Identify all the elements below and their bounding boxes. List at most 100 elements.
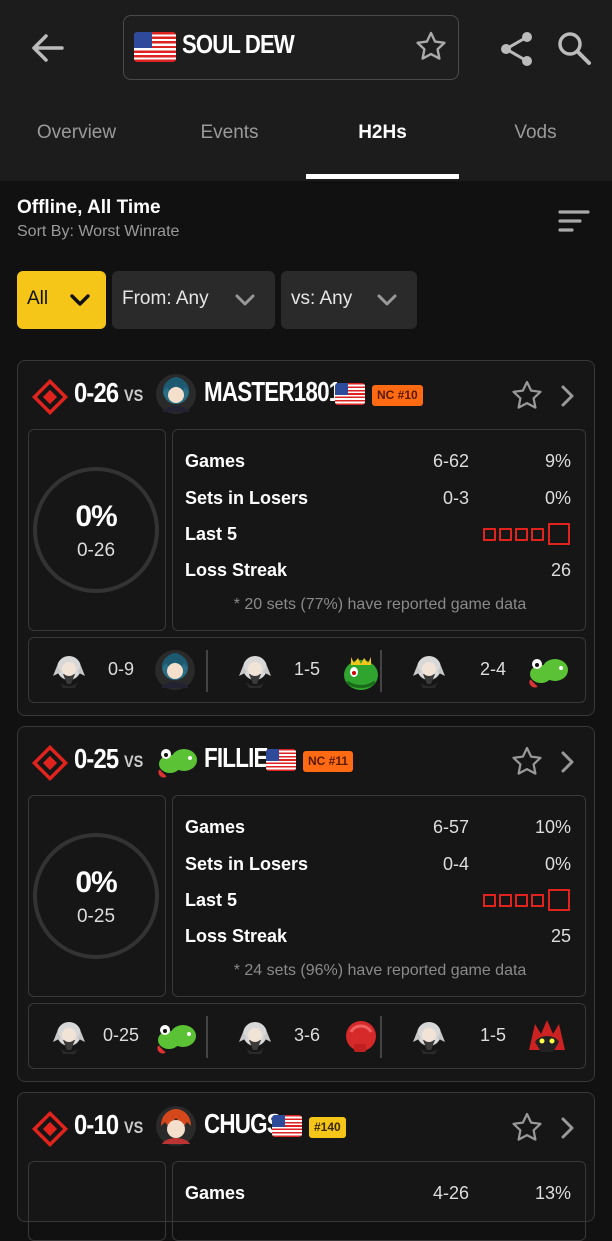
losers-percent: 0% [544, 854, 571, 874]
winrate-percent: 0% [75, 866, 117, 899]
king-k-rool-character-icon [342, 655, 380, 692]
losers-percent: 0% [544, 488, 571, 508]
games-label: Games [185, 1183, 246, 1203]
tab-vods[interactable]: Vods [459, 122, 612, 144]
us-flag-icon [335, 383, 365, 405]
game-data-note: * 20 sets (77%) have reported game data [233, 596, 527, 613]
games-percent: 13% [534, 1183, 571, 1203]
active-tab-indicator [306, 174, 459, 179]
matchup-row: 0-9 1-5 2-4 [28, 637, 586, 703]
games-percent: 9% [544, 451, 571, 471]
chip-label: From: Any [122, 288, 209, 309]
favorite-star-icon[interactable] [510, 379, 544, 413]
divider [380, 1016, 382, 1058]
streak-value: 26 [550, 560, 571, 580]
winrate-box [28, 1161, 166, 1241]
tab-bar: Overview Events H2Hs Vods [0, 96, 612, 181]
vs-label: VS [124, 386, 144, 405]
loss-diamond-icon [32, 379, 68, 415]
player-selector[interactable]: SOUL DEW [123, 15, 459, 80]
vs-label: VS [124, 1118, 144, 1137]
filter-chip-vs[interactable]: vs: Any [281, 271, 417, 329]
winrate-box: 0% 0-26 [28, 429, 166, 631]
matchup-item[interactable]: 1-5 [215, 638, 401, 702]
last5-results [483, 889, 570, 911]
matchup-score: 2-4 [479, 659, 506, 679]
ranking-badge: #140 [309, 1117, 346, 1138]
winrate-percent: 0% [75, 500, 117, 533]
yoshi-character-icon [158, 748, 198, 778]
h2h-card[interactable]: 0-25 VS FILLIE NC #11 0% 0-25 Games 6-57… [17, 726, 595, 1082]
search-icon[interactable] [556, 30, 592, 66]
matchup-item[interactable]: 1-5 [389, 1004, 575, 1068]
robin-character-icon [239, 1022, 271, 1054]
games-percent: 10% [534, 817, 571, 837]
robin-character-icon [413, 1022, 445, 1054]
filter-title: Offline, All Time [17, 197, 161, 218]
loss-diamond-icon [32, 745, 68, 781]
favorite-star-icon[interactable] [510, 1111, 544, 1145]
opponent-name[interactable]: MASTER1801 [204, 376, 341, 408]
tab-events[interactable]: Events [153, 122, 306, 144]
ranking-badge: NC #11 [303, 751, 354, 772]
streak-label: Loss Streak [185, 926, 288, 946]
favorite-star-icon[interactable] [510, 745, 544, 779]
matchup-score: 1-5 [479, 1025, 506, 1045]
matchup-item[interactable]: 3-6 [215, 1004, 401, 1068]
sort-icon[interactable] [556, 206, 592, 236]
matchup-score: 0-9 [107, 659, 134, 679]
divider [206, 1016, 208, 1058]
robin-character-icon [53, 656, 85, 688]
chevron-right-icon[interactable] [558, 749, 578, 775]
losers-record: 0-4 [442, 854, 469, 874]
games-record: 6-62 [432, 451, 469, 471]
share-icon[interactable] [498, 30, 536, 68]
matchup-score: 1-5 [293, 659, 320, 679]
h2h-card[interactable]: 0-26 VS MASTER1801 NC #10 0% 0-26 Games … [17, 360, 595, 716]
divider [206, 650, 208, 692]
divider [380, 650, 382, 692]
chip-label: All [27, 288, 49, 309]
stats-box: Games 4-26 13% [172, 1161, 586, 1241]
last5-label: Last 5 [185, 524, 238, 544]
h2h-record: 0-26 [74, 377, 119, 408]
tab-overview[interactable]: Overview [0, 122, 153, 144]
streak-label: Loss Streak [185, 560, 288, 580]
game-data-note: * 24 sets (96%) have reported game data [233, 962, 527, 979]
byleth-character-icon [156, 374, 196, 414]
stats-box: Games 6-62 9% Sets in Losers 0-3 0% Last… [172, 429, 586, 631]
favorite-star-icon[interactable] [414, 30, 448, 64]
robin-character-icon [53, 1022, 85, 1054]
streak-value: 25 [550, 926, 571, 946]
us-flag-icon [272, 1115, 302, 1137]
filter-chip-all[interactable]: All [17, 271, 106, 329]
games-label: Games [185, 817, 246, 837]
chevron-down-icon [377, 294, 397, 306]
stats-box: Games 6-57 10% Sets in Losers 0-4 0% Las… [172, 795, 586, 997]
matchup-item[interactable]: 0-9 [29, 638, 215, 702]
h2h-record: 0-10 [74, 1109, 119, 1140]
games-label: Games [185, 451, 246, 471]
top-app-bar: SOUL DEW [0, 0, 612, 96]
back-arrow-icon[interactable] [26, 26, 70, 70]
h2h-record: 0-25 [74, 743, 119, 774]
opponent-name[interactable]: CHUGS [204, 1108, 282, 1140]
matchup-item[interactable]: 0-25 [29, 1004, 215, 1068]
matchup-score: 0-25 [102, 1025, 140, 1045]
h2h-card[interactable]: 0-10 VS CHUGS #140 Games 4-26 13% [17, 1092, 595, 1241]
chevron-right-icon[interactable] [558, 1115, 578, 1141]
filter-chip-from[interactable]: From: Any [112, 271, 275, 329]
losers-record: 0-3 [442, 488, 469, 508]
loss-diamond-icon [32, 1111, 68, 1147]
winrate-record: 0-26 [76, 540, 116, 561]
chevron-down-icon [70, 294, 90, 306]
robin-character-icon [413, 656, 445, 688]
opponent-name[interactable]: FILLIE [204, 742, 268, 774]
chevron-right-icon[interactable] [558, 383, 578, 409]
us-flag-icon [134, 32, 176, 62]
matchup-item[interactable]: 2-4 [389, 638, 575, 702]
chevron-down-icon [235, 294, 255, 306]
chip-label: vs: Any [291, 288, 353, 309]
losers-label: Sets in Losers [185, 488, 309, 508]
tab-h2hs[interactable]: H2Hs [306, 122, 459, 144]
